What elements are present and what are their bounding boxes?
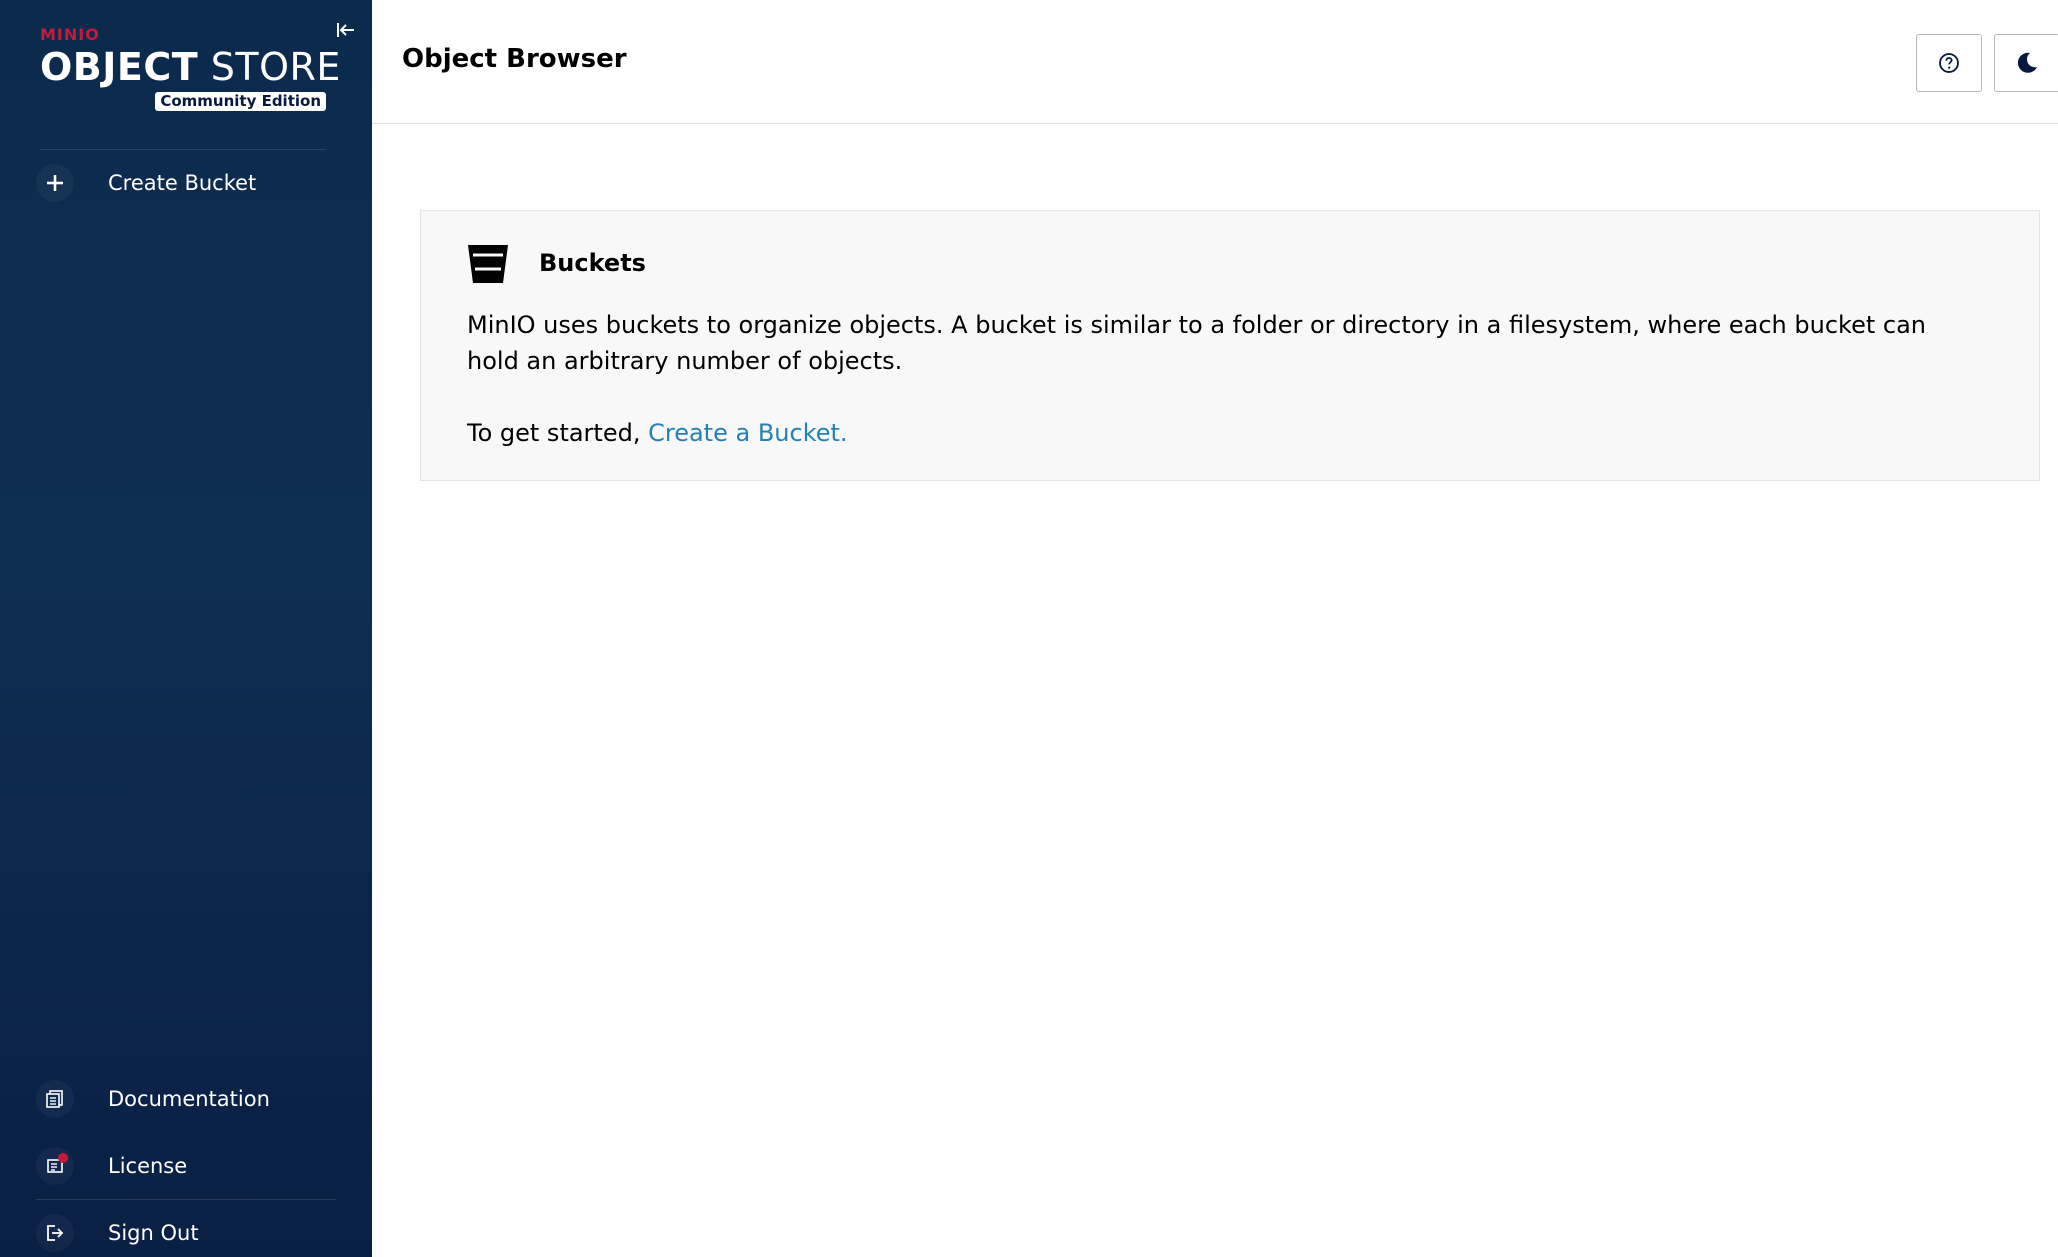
license-icon [36,1147,74,1185]
sidebar-item-label: Create Bucket [108,171,257,195]
app-root: MINIO OBJECT STORE Community Edition Cre… [0,0,2058,1257]
card-cta: To get started, Create a Bucket. [467,415,848,451]
sidebar-item-label: Documentation [108,1087,270,1111]
sidebar-item-sign-out[interactable]: Sign Out [36,1209,336,1257]
sidebar-item-documentation[interactable]: Documentation [36,1075,336,1123]
sidebar-item-license[interactable]: License [36,1142,336,1190]
document-icon [36,1080,74,1118]
sidebar-item-label: Sign Out [108,1221,199,1245]
help-button[interactable] [1916,34,1982,92]
plus-icon [36,164,74,202]
sidebar-divider [36,1199,336,1200]
top-header: Object Browser [372,0,2058,124]
card-title: Buckets [539,249,646,277]
logo-brand: MINIO [40,25,100,44]
theme-toggle-button[interactable] [1994,34,2058,92]
moon-icon [2017,52,2037,73]
help-icon [1939,53,1959,73]
logo-title: OBJECT STORE [40,46,340,88]
card-description: MinIO uses buckets to organize objects. … [467,311,1926,375]
logo-title-light: STORE [210,45,341,89]
logo-edition-badge: Community Edition [155,92,326,111]
app-logo: MINIO OBJECT STORE Community Edition [40,25,340,111]
sidebar: MINIO OBJECT STORE Community Edition Cre… [0,0,372,1257]
sidebar-divider [40,149,326,150]
buckets-empty-state-card: Buckets MinIO uses buckets to organize o… [420,210,2040,481]
notification-dot [58,1153,68,1163]
logout-icon [36,1214,74,1252]
bucket-icon [465,241,511,287]
page-title: Object Browser [402,44,627,74]
sidebar-item-create-bucket[interactable]: Create Bucket [36,159,336,207]
cta-prefix: To get started, [467,419,641,447]
sidebar-item-label: License [108,1154,188,1178]
create-bucket-link[interactable]: Create a Bucket. [648,419,847,447]
logo-title-bold: OBJECT [40,45,199,89]
